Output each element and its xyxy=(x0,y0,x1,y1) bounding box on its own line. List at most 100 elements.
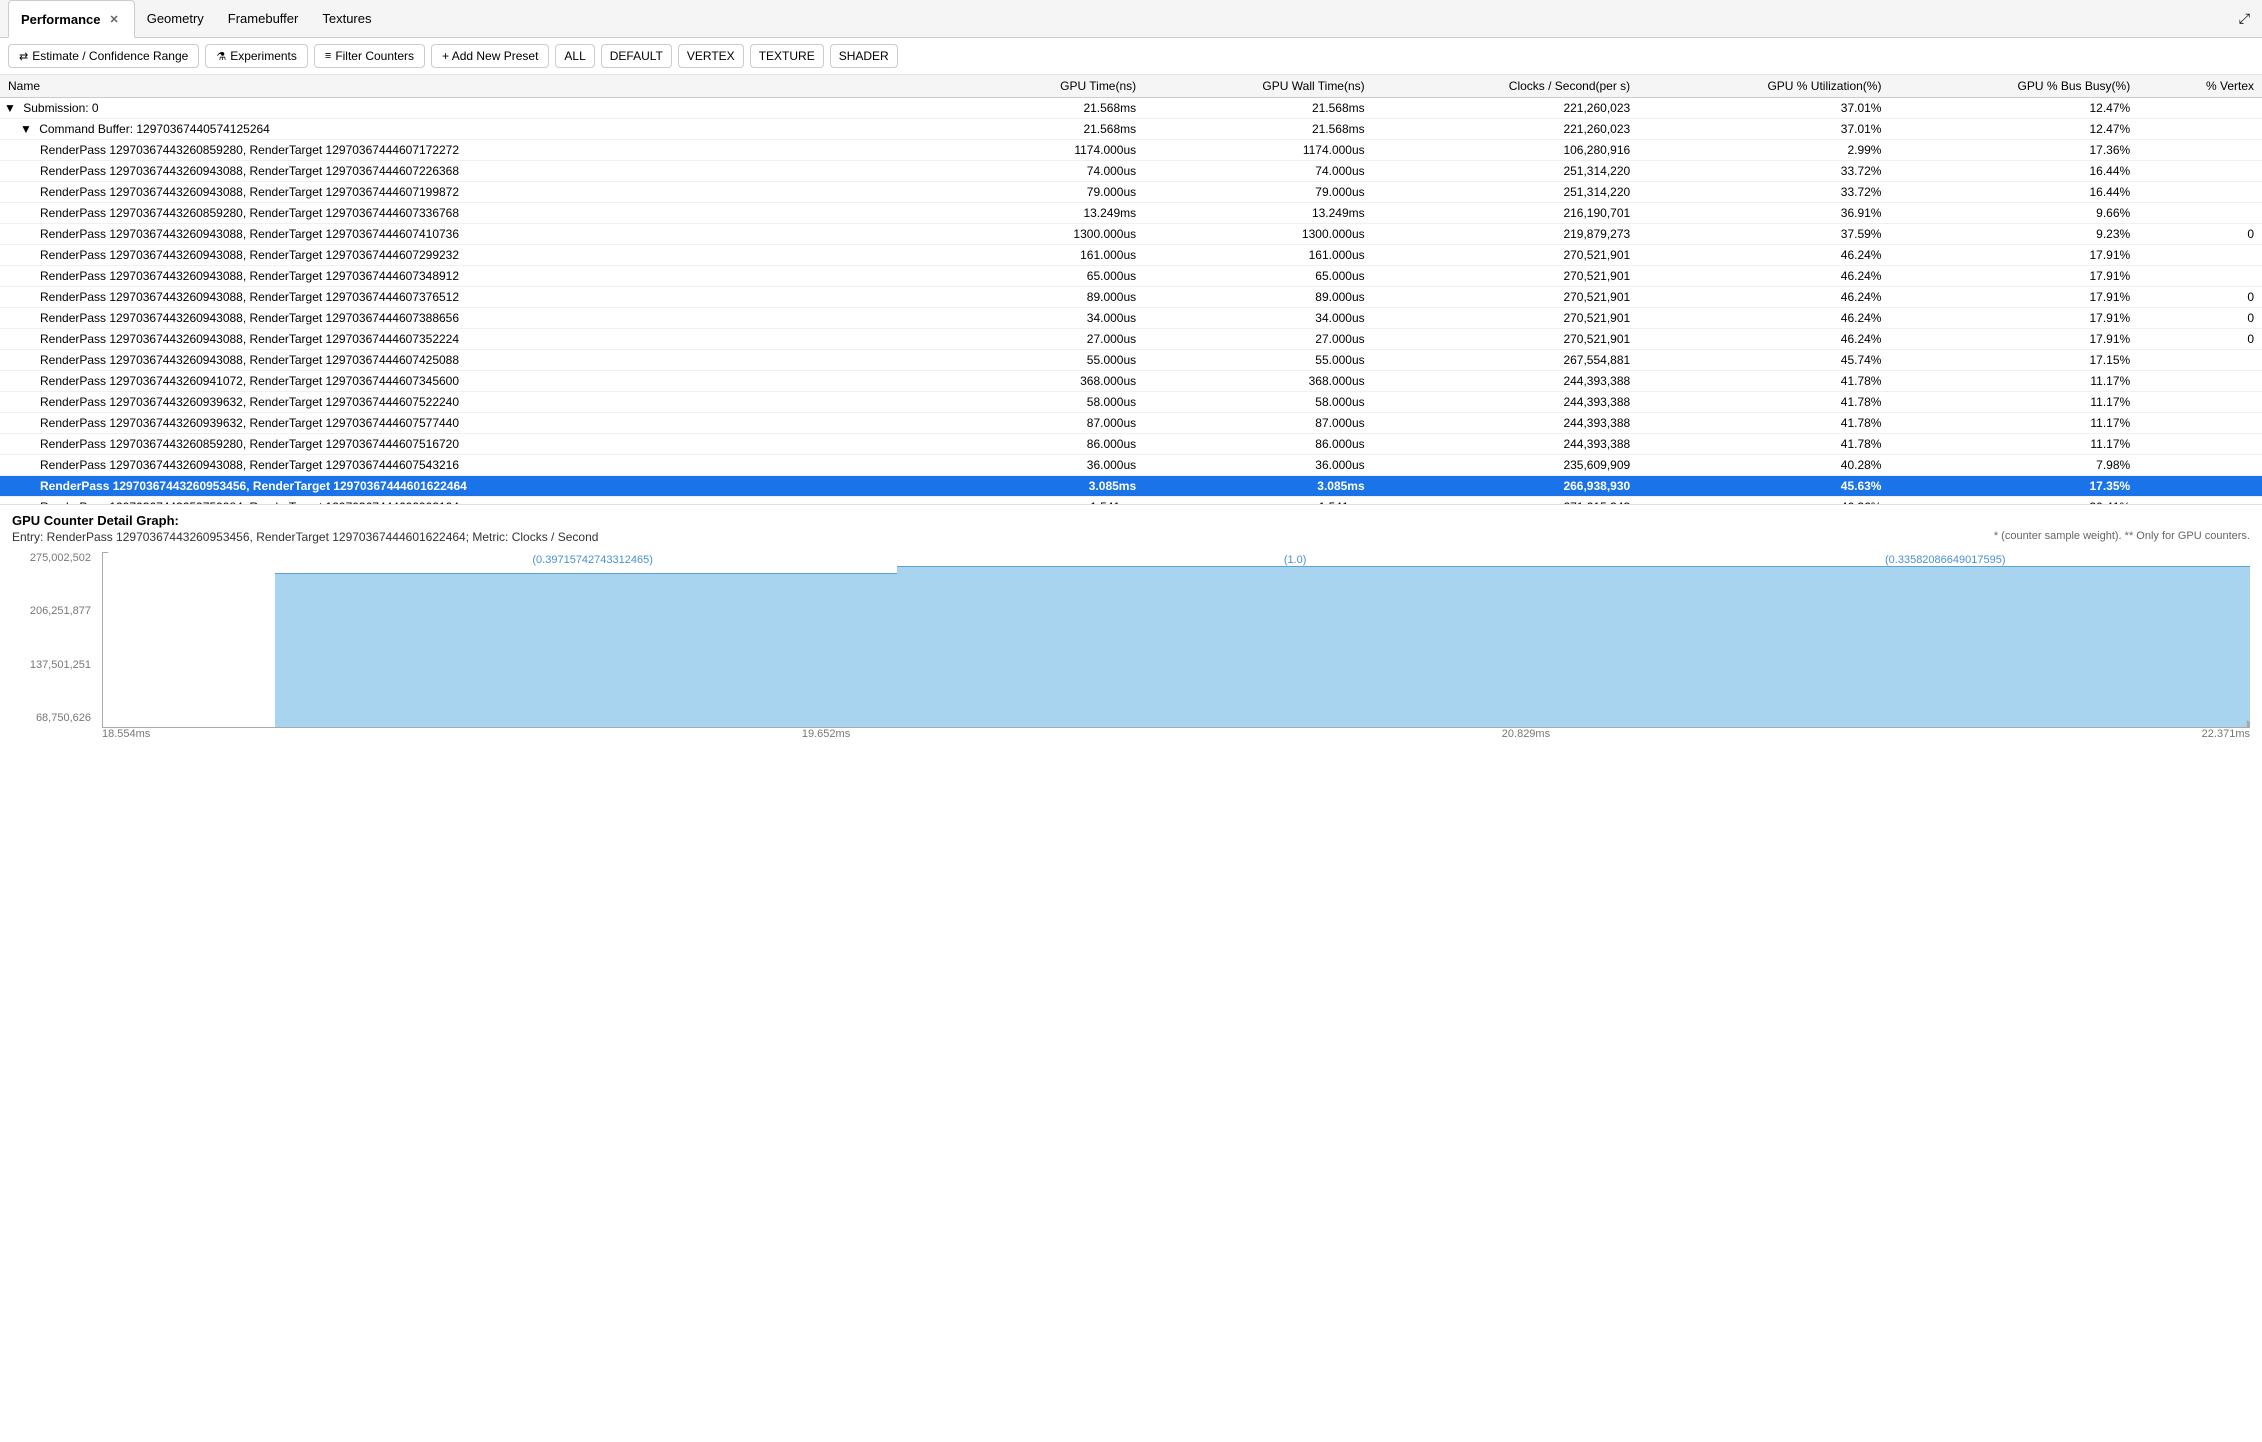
chart-bar-0 xyxy=(275,573,898,727)
toggle-icon[interactable]: ▼ xyxy=(20,122,35,136)
col-vertex: % Vertex xyxy=(2138,75,2262,98)
chart-annotation-0: (0.39715742743312465) xyxy=(532,554,653,566)
row-name: RenderPass 12970367443260943088, RenderT… xyxy=(40,248,459,262)
row-name: RenderPass 12970367443260939632, RenderT… xyxy=(40,395,459,409)
preset-all-label: ALL xyxy=(564,49,585,63)
x-label-1: 19.652ms xyxy=(802,728,850,752)
y-label-0: 275,002,502 xyxy=(12,552,97,564)
x-label-2: 20.829ms xyxy=(1502,728,1550,752)
table-row[interactable]: RenderPass 12970367443260939632, RenderT… xyxy=(0,392,2262,413)
row-name: RenderPass 12970367443260943088, RenderT… xyxy=(40,353,459,367)
table-row[interactable]: RenderPass 12970367443260943088, RenderT… xyxy=(0,182,2262,203)
table-row[interactable]: ▼ Command Buffer: 1297036744057412526421… xyxy=(0,119,2262,140)
tab-framebuffer-label: Framebuffer xyxy=(228,11,299,26)
table-row[interactable]: RenderPass 12970367443260943088, RenderT… xyxy=(0,329,2262,350)
x-label-0: 18.554ms xyxy=(102,728,150,752)
preset-vertex-label: VERTEX xyxy=(687,49,735,63)
graph-title: GPU Counter Detail Graph: xyxy=(12,513,2250,528)
filter-label: Filter Counters xyxy=(335,49,414,63)
col-util: GPU % Utilization(%) xyxy=(1638,75,1889,98)
experiments-button[interactable]: ⚗ Experiments xyxy=(205,44,308,68)
tab-framebuffer[interactable]: Framebuffer xyxy=(216,0,311,38)
table-row[interactable]: RenderPass 12970367443260943088, RenderT… xyxy=(0,161,2262,182)
table-row[interactable]: RenderPass 12970367443260939632, RenderT… xyxy=(0,413,2262,434)
preset-shader-button[interactable]: SHADER xyxy=(830,44,898,68)
toolbar: ⇄ Estimate / Confidence Range ⚗ Experime… xyxy=(0,38,2262,75)
table-row[interactable]: RenderPass 12970367443260943088, RenderT… xyxy=(0,350,2262,371)
table-row[interactable]: RenderPass 12970367443260943088, RenderT… xyxy=(0,455,2262,476)
tab-performance[interactable]: Performance ✕ xyxy=(8,0,135,38)
experiments-label: Experiments xyxy=(230,49,297,63)
col-bus: GPU % Bus Busy(%) xyxy=(1889,75,2138,98)
table-row[interactable]: RenderPass 12970367443260941072, RenderT… xyxy=(0,371,2262,392)
preset-default-label: DEFAULT xyxy=(610,49,663,63)
preset-texture-button[interactable]: TEXTURE xyxy=(750,44,824,68)
row-name: Submission: 0 xyxy=(23,101,98,115)
chart-annotation-2: (0.33582086649017595) xyxy=(1885,554,2006,566)
col-name: Name xyxy=(0,75,966,98)
table-row[interactable]: RenderPass 12970367443259759984, RenderT… xyxy=(0,497,2262,506)
tab-geometry-label: Geometry xyxy=(147,11,204,26)
y-label-3: 68,750,626 xyxy=(12,712,97,724)
app-container: Performance ✕ Geometry Framebuffer Textu… xyxy=(0,0,2262,752)
tab-geometry[interactable]: Geometry xyxy=(135,0,216,38)
y-label-2: 137,501,251 xyxy=(12,659,97,671)
col-clocks: Clocks / Second(per s) xyxy=(1373,75,1639,98)
chart-inner: ▲ (0.39715742743312465) (1.0) (0.335820866… xyxy=(102,552,2250,728)
add-preset-label: + Add New Preset xyxy=(442,49,538,63)
row-name: RenderPass 12970367443260859280, RenderT… xyxy=(40,437,459,451)
table-row[interactable]: RenderPass 12970367443260943088, RenderT… xyxy=(0,266,2262,287)
preset-vertex-button[interactable]: VERTEX xyxy=(678,44,744,68)
estimate-button[interactable]: ⇄ Estimate / Confidence Range xyxy=(8,44,199,68)
performance-table: Name GPU Time(ns) GPU Wall Time(ns) Cloc… xyxy=(0,75,2262,505)
table-row[interactable]: RenderPass 12970367443260859280, RenderT… xyxy=(0,203,2262,224)
expand-icon[interactable]: ⤢ xyxy=(2235,6,2254,31)
experiments-icon: ⚗ xyxy=(216,50,226,63)
graph-entry-text: Entry: RenderPass 12970367443260953456, … xyxy=(12,530,598,544)
toggle-icon[interactable]: ▼ xyxy=(4,101,19,115)
table-row[interactable]: ▼ Submission: 021.568ms21.568ms221,260,0… xyxy=(0,98,2262,119)
chart-annotation-1: (1.0) xyxy=(1284,554,1307,566)
tab-bar: Performance ✕ Geometry Framebuffer Textu… xyxy=(0,0,2262,38)
bottom-section: GPU Counter Detail Graph: Entry: RenderP… xyxy=(0,505,2262,752)
tab-performance-label: Performance xyxy=(21,12,100,27)
graph-note: * (counter sample weight). ** Only for G… xyxy=(1994,530,2250,544)
tab-performance-close[interactable]: ✕ xyxy=(106,12,121,27)
row-name: RenderPass 12970367443260953456, RenderT… xyxy=(40,479,467,493)
row-name: RenderPass 12970367443260943088, RenderT… xyxy=(40,332,459,346)
table-row[interactable]: RenderPass 12970367443260943088, RenderT… xyxy=(0,287,2262,308)
y-axis: 275,002,502 206,251,877 137,501,251 68,7… xyxy=(12,552,97,728)
preset-shader-label: SHADER xyxy=(839,49,889,63)
col-gpu-wall: GPU Wall Time(ns) xyxy=(1144,75,1373,98)
table-row[interactable]: RenderPass 12970367443260953456, RenderT… xyxy=(0,476,2262,497)
y-label-1: 206,251,877 xyxy=(12,605,97,617)
graph-entry: Entry: RenderPass 12970367443260953456, … xyxy=(12,530,2250,544)
table-row[interactable]: RenderPass 12970367443260943088, RenderT… xyxy=(0,245,2262,266)
add-preset-button[interactable]: + Add New Preset xyxy=(431,44,549,68)
preset-texture-label: TEXTURE xyxy=(759,49,815,63)
row-name: RenderPass 12970367443260939632, RenderT… xyxy=(40,416,459,430)
arrow-up-icon: ▲ xyxy=(102,552,111,556)
row-name: RenderPass 12970367443260943088, RenderT… xyxy=(40,227,459,241)
row-name: RenderPass 12970367443260943088, RenderT… xyxy=(40,269,459,283)
filter-icon: ≡ xyxy=(325,50,331,62)
tab-textures-label: Textures xyxy=(322,11,371,26)
row-name: RenderPass 12970367443260859280, RenderT… xyxy=(40,206,459,220)
table-row[interactable]: RenderPass 12970367443260943088, RenderT… xyxy=(0,308,2262,329)
tab-textures[interactable]: Textures xyxy=(310,0,383,38)
table-row[interactable]: RenderPass 12970367443260943088, RenderT… xyxy=(0,224,2262,245)
preset-default-button[interactable]: DEFAULT xyxy=(601,44,672,68)
performance-table-container[interactable]: Name GPU Time(ns) GPU Wall Time(ns) Cloc… xyxy=(0,75,2262,505)
table-row[interactable]: RenderPass 12970367443260859280, RenderT… xyxy=(0,140,2262,161)
row-name: RenderPass 12970367443260943088, RenderT… xyxy=(40,185,459,199)
col-gpu-time: GPU Time(ns) xyxy=(966,75,1144,98)
table-row[interactable]: RenderPass 12970367443260859280, RenderT… xyxy=(0,434,2262,455)
row-name: RenderPass 12970367443260943088, RenderT… xyxy=(40,164,459,178)
row-name: RenderPass 12970367443260859280, RenderT… xyxy=(40,143,459,157)
preset-all-button[interactable]: ALL xyxy=(555,44,594,68)
filter-button[interactable]: ≡ Filter Counters xyxy=(314,44,425,68)
estimate-icon: ⇄ xyxy=(19,50,28,63)
x-label-3: 22.371ms xyxy=(2202,728,2250,752)
arrow-right-icon: ▶ xyxy=(2247,717,2250,728)
chart-bar-1 xyxy=(897,566,2250,727)
